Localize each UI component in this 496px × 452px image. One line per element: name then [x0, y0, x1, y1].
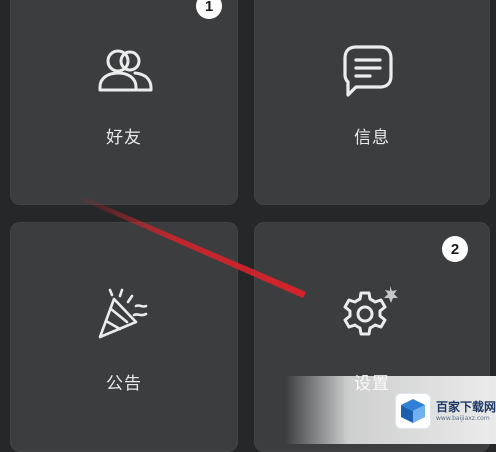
- tile-friends-label: 好友: [106, 128, 142, 148]
- tile-announcements[interactable]: 公告: [10, 222, 238, 452]
- sparkle-icon: [384, 286, 398, 303]
- watermark-logo: [396, 394, 430, 428]
- tile-announcements-label: 公告: [106, 374, 142, 394]
- tile-friends[interactable]: 好友: [10, 0, 238, 205]
- friends-icon: [98, 49, 153, 92]
- gear-icon: [343, 286, 398, 336]
- tile-messages-label: 信息: [354, 128, 390, 148]
- watermark-subtitle: www.baijiaxz.com: [436, 415, 490, 422]
- party-popper-icon: [98, 288, 148, 339]
- tile-messages[interactable]: 信息: [254, 0, 490, 205]
- watermark-title: 百家下载网: [436, 400, 496, 414]
- message-icon: [343, 45, 393, 97]
- cube-icon: [401, 399, 425, 423]
- badge-count: 2: [442, 236, 468, 262]
